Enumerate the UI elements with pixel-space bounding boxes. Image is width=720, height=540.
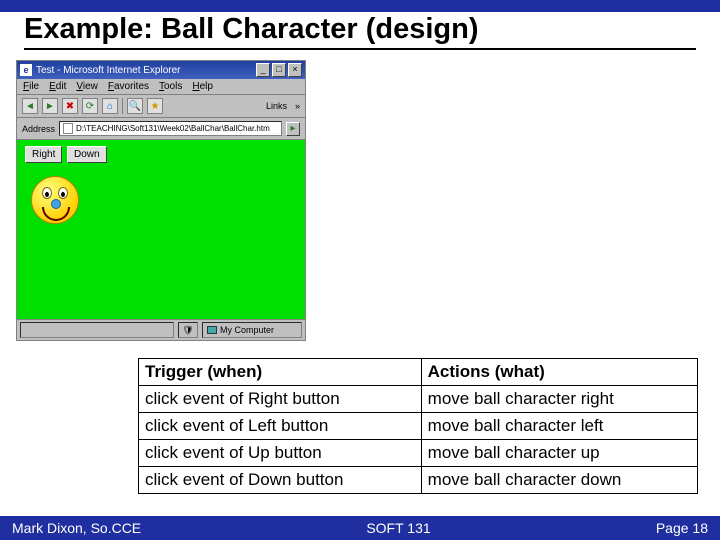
window-title-text: Test - Microsoft Internet Explorer xyxy=(36,65,256,76)
ball-character xyxy=(31,176,79,224)
slide-top-accent xyxy=(0,0,720,12)
window-buttons: _ □ × xyxy=(256,63,302,77)
footer-author: Mark Dixon, So.CCE xyxy=(12,520,141,536)
header-actions: Actions (what) xyxy=(421,359,697,386)
menu-help[interactable]: Help xyxy=(192,81,213,92)
page-viewport: Right Down xyxy=(17,140,305,320)
menu-favorites[interactable]: Favorites xyxy=(108,81,149,92)
forward-icon[interactable]: ► xyxy=(42,98,58,114)
favorites-icon[interactable]: ★ xyxy=(147,98,163,114)
ball-mouth xyxy=(42,207,70,221)
trigger-actions-table: Trigger (when) Actions (what) click even… xyxy=(138,358,698,494)
close-button[interactable]: × xyxy=(288,63,302,77)
search-icon[interactable]: 🔍 xyxy=(127,98,143,114)
toolbar-separator xyxy=(122,98,123,114)
cell-action: move ball character right xyxy=(421,386,697,413)
ie-icon: e xyxy=(20,64,32,76)
home-icon[interactable]: ⌂ xyxy=(102,98,118,114)
status-pane-left xyxy=(20,322,174,338)
computer-icon xyxy=(207,326,217,334)
slide-footer: Mark Dixon, So.CCE SOFT 131 Page 18 xyxy=(0,516,720,540)
go-button[interactable]: ▸ xyxy=(286,122,300,136)
table-row: click event of Down button move ball cha… xyxy=(139,467,698,494)
status-pane-zone: My Computer xyxy=(202,322,302,338)
status-zone-text: My Computer xyxy=(220,325,274,335)
cell-action: move ball character down xyxy=(421,467,697,494)
stop-icon[interactable]: ✖ xyxy=(62,98,78,114)
footer-page: Page 18 xyxy=(656,520,708,536)
browser-window: e Test - Microsoft Internet Explorer _ □… xyxy=(16,60,306,341)
page-icon xyxy=(63,123,73,134)
toolbar: ◄ ► ✖ ⟳ ⌂ 🔍 ★ Links » xyxy=(17,95,305,118)
address-bar: Address D:\TEACHING\Soft131\Week02\BallC… xyxy=(17,118,305,140)
down-button[interactable]: Down xyxy=(67,146,107,163)
menu-tools[interactable]: Tools xyxy=(159,81,182,92)
ball-eye-left xyxy=(42,187,52,199)
window-titlebar: e Test - Microsoft Internet Explorer _ □… xyxy=(17,61,305,79)
table-row: click event of Left button move ball cha… xyxy=(139,413,698,440)
table-row: click event of Up button move ball chara… xyxy=(139,440,698,467)
address-field[interactable]: D:\TEACHING\Soft131\Week02\BallChar\Ball… xyxy=(59,121,282,136)
slide-title: Example: Ball Character (design) xyxy=(24,14,696,50)
shield-icon: 🛡 xyxy=(182,325,193,336)
address-value: D:\TEACHING\Soft131\Week02\BallChar\Ball… xyxy=(76,124,270,133)
cell-action: move ball character up xyxy=(421,440,697,467)
address-label: Address xyxy=(22,124,55,134)
links-label[interactable]: Links xyxy=(266,101,287,111)
table-row: click event of Right button move ball ch… xyxy=(139,386,698,413)
header-trigger: Trigger (when) xyxy=(139,359,422,386)
footer-course: SOFT 131 xyxy=(141,520,656,536)
status-bar: 🛡 My Computer xyxy=(17,320,305,340)
minimize-button[interactable]: _ xyxy=(256,63,270,77)
ball-eye-right xyxy=(58,187,68,199)
cell-trigger: click event of Left button xyxy=(139,413,422,440)
menu-edit[interactable]: Edit xyxy=(49,81,66,92)
cell-trigger: click event of Right button xyxy=(139,386,422,413)
refresh-icon[interactable]: ⟳ xyxy=(82,98,98,114)
menu-bar: File Edit View Favorites Tools Help xyxy=(17,79,305,95)
status-pane-mid: 🛡 xyxy=(178,322,198,338)
table-header-row: Trigger (when) Actions (what) xyxy=(139,359,698,386)
links-chevron-icon[interactable]: » xyxy=(295,101,300,111)
cell-trigger: click event of Up button xyxy=(139,440,422,467)
menu-view[interactable]: View xyxy=(76,81,98,92)
menu-file[interactable]: File xyxy=(23,81,39,92)
back-icon[interactable]: ◄ xyxy=(22,98,38,114)
maximize-button[interactable]: □ xyxy=(272,63,286,77)
cell-trigger: click event of Down button xyxy=(139,467,422,494)
cell-action: move ball character left xyxy=(421,413,697,440)
right-button[interactable]: Right xyxy=(25,146,62,163)
